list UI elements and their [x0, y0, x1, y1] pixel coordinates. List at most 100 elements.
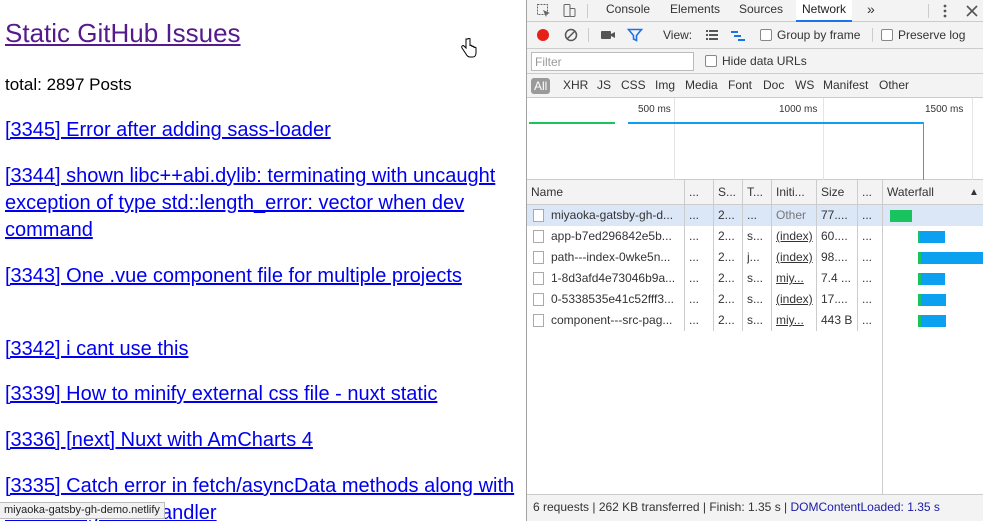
site-title-link[interactable]: Static GitHub Issues [5, 18, 241, 49]
file-icon [533, 251, 544, 264]
request-row[interactable]: miyaoka-gatsby-gh-d...... 2...... Other 77.… [527, 205, 983, 226]
issue-link-3343[interactable]: [3343] One .vue component file for multi… [5, 263, 520, 290]
preserve-log-label: Preserve log [898, 28, 966, 42]
cell-status: 2... [718, 208, 735, 222]
sort-ascending-icon[interactable]: ▲ [965, 180, 983, 205]
cell-time: ... [862, 208, 873, 222]
column-separator[interactable] [771, 180, 772, 331]
cell-status: 2... [718, 292, 735, 306]
column-separator[interactable] [816, 180, 817, 331]
tab-sources[interactable]: Sources [739, 0, 783, 22]
column-header-method[interactable]: ... [685, 180, 713, 205]
cell-initiator[interactable]: (index) [776, 247, 814, 268]
file-icon [533, 230, 544, 243]
overview-gridline [674, 98, 675, 180]
filter-input[interactable] [531, 52, 694, 71]
cell-type: ... [747, 208, 758, 222]
column-separator[interactable] [713, 180, 714, 331]
request-row[interactable]: component---src-pag...... 2... s... miy... 4… [527, 310, 983, 331]
group-by-frame-checkbox[interactable] [760, 29, 772, 41]
column-header-size[interactable]: Size [817, 180, 857, 205]
cell-name: miyaoka-gatsby-gh-d... [551, 208, 674, 222]
preserve-log-checkbox[interactable] [881, 29, 893, 41]
column-separator[interactable] [684, 180, 685, 331]
issue-link-3344[interactable]: [3344] shown libc++abi.dylib: terminatin… [5, 163, 520, 244]
cell-type: s... [747, 271, 764, 285]
clear-icon[interactable] [563, 27, 579, 43]
issue-link-3342[interactable]: [3342] i cant use this [5, 336, 520, 363]
request-row[interactable]: 1-8d3afd4e73046b9a...... 2... s... miy... 7.… [527, 268, 983, 289]
record-icon[interactable] [535, 27, 551, 43]
cell-name: path---index-0wke5n... [551, 250, 671, 264]
waterfall-view-icon[interactable] [730, 27, 746, 43]
cell-method: ... [689, 313, 700, 327]
issue-link-3345[interactable]: [3345] Error after adding sass-loader [5, 117, 520, 144]
more-options-icon[interactable] [937, 3, 953, 19]
cell-time: ... [862, 313, 873, 327]
cell-time: ... [862, 250, 873, 264]
large-rows-icon[interactable] [704, 27, 720, 43]
issue-link-3339[interactable]: [3339] How to minify external css file -… [5, 381, 520, 408]
cell-type: s... [747, 292, 764, 306]
file-icon [533, 209, 544, 222]
cell-status: 2... [718, 250, 735, 264]
cell-initiator[interactable]: miy... [776, 268, 814, 289]
cell-time: ... [862, 229, 873, 243]
overview-gridline [823, 98, 824, 180]
column-header-status[interactable]: S... [714, 180, 742, 205]
cell-initiator[interactable]: (index) [776, 226, 814, 247]
cell-initiator[interactable]: (index) [776, 289, 814, 310]
waterfall-download-bar [920, 252, 983, 264]
type-filter-all[interactable]: All [531, 78, 551, 94]
group-by-frame-label: Group by frame [777, 28, 861, 42]
device-toolbar-icon[interactable] [561, 3, 577, 19]
cell-size: 60.... [821, 229, 848, 243]
tab-divider [587, 4, 588, 18]
issue-link-3336[interactable]: [3336] [next] Nuxt with AmCharts 4 [5, 427, 520, 454]
inspect-element-icon[interactable] [536, 3, 552, 19]
type-filter-other[interactable]: Other [879, 78, 909, 92]
tab-network[interactable]: Network [796, 0, 853, 22]
type-filter-css[interactable]: CSS [621, 78, 646, 92]
type-filter-font[interactable]: Font [728, 78, 752, 92]
cell-initiator: Other [776, 208, 807, 222]
type-filter-ws[interactable]: WS [795, 78, 814, 92]
filter-funnel-icon[interactable] [627, 27, 643, 43]
cell-status: 2... [718, 271, 735, 285]
type-filter-js[interactable]: JS [597, 78, 611, 92]
devtools-panel: Console Elements Sources Network » View: [526, 0, 983, 521]
column-separator[interactable] [742, 180, 743, 331]
column-header-waterfall[interactable]: Waterfall [883, 180, 963, 205]
column-header-time[interactable]: ... [858, 180, 882, 205]
type-filter-img[interactable]: Img [655, 78, 675, 92]
overview-bar-document [529, 122, 615, 124]
timeline-overview[interactable]: 500 ms 1000 ms 1500 ms [527, 98, 983, 180]
cell-method: ... [689, 292, 700, 306]
type-filter-media[interactable]: Media [685, 78, 718, 92]
more-tabs-button[interactable]: » [867, 0, 875, 22]
request-row[interactable]: 0-5338535e41c52fff3...... 2... s... (index)… [527, 289, 983, 310]
cell-initiator[interactable]: miy... [776, 310, 814, 331]
summary-text: 6 requests | 262 KB transferred | Finish… [533, 500, 791, 514]
hide-data-urls-checkbox[interactable] [705, 55, 717, 67]
type-filter-xhr[interactable]: XHR [563, 78, 588, 92]
resource-type-filters: All XHR JS CSS Img Media Font Doc WS Man… [527, 74, 983, 98]
request-row[interactable]: app-b7ed296842e5b...... 2... s... (index) 60… [527, 226, 983, 247]
close-icon[interactable] [964, 3, 980, 19]
request-row[interactable]: path---index-0wke5n...... 2... j... (index)… [527, 247, 983, 268]
tab-console[interactable]: Console [606, 0, 650, 22]
type-filter-manifest[interactable]: Manifest [823, 78, 868, 92]
cell-size: 7.4 ... [821, 271, 852, 285]
hand-cursor-icon [461, 38, 477, 58]
column-separator[interactable] [857, 180, 858, 331]
type-filter-doc[interactable]: Doc [763, 78, 784, 92]
column-header-type[interactable]: T... [743, 180, 771, 205]
column-header-initiator[interactable]: Initi... [772, 180, 816, 205]
screenshot-camera-icon[interactable] [600, 27, 616, 43]
tab-elements[interactable]: Elements [670, 0, 720, 22]
view-label: View: [663, 28, 693, 42]
cell-type: s... [747, 229, 764, 243]
column-header-name[interactable]: Name [527, 180, 684, 205]
cell-size: 443 B [821, 313, 853, 327]
network-toolbar: View: Group by frame Preserve log [527, 22, 983, 49]
